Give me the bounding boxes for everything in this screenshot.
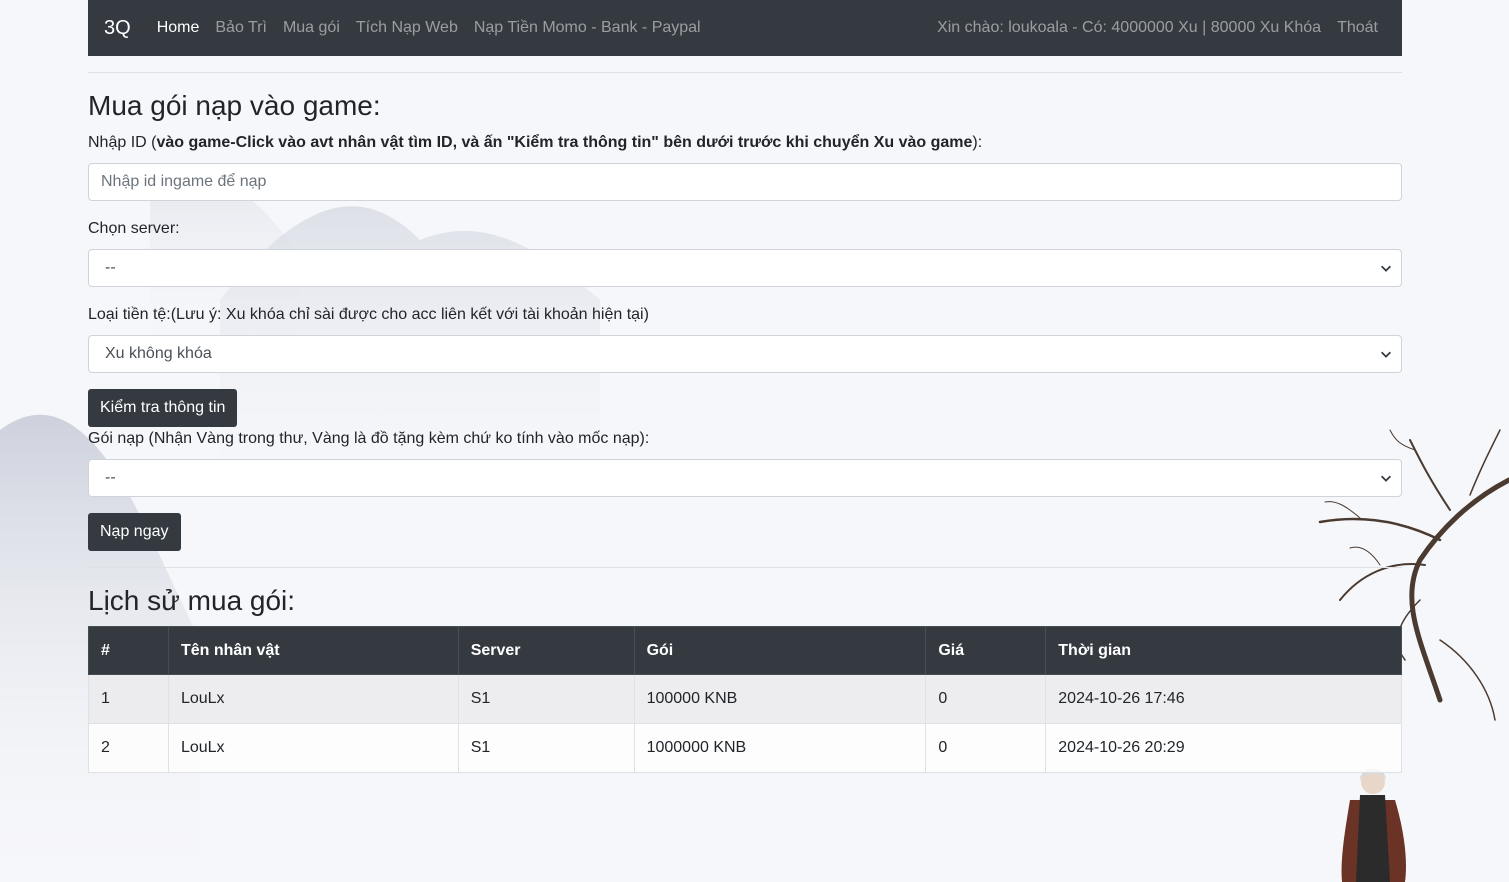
page-container: 3Q Home Bảo Trì Mua gói Tích Nạp Web Nạp…: [88, 0, 1402, 773]
chevron-down-icon: [1381, 265, 1391, 272]
id-label-prefix: Nhập ID (: [88, 134, 157, 151]
logout-link[interactable]: Thoát: [1329, 19, 1386, 37]
id-label-suffix: ):: [972, 134, 983, 151]
character-illustration: [1341, 768, 1406, 882]
column-header-time: Thời gian: [1045, 626, 1402, 675]
cell-character-name: LouLx: [167, 674, 459, 724]
navbar-user-area: Xin chào: loukoala - Có: 4000000 Xu | 80…: [929, 19, 1386, 37]
cell-server: S1: [457, 674, 635, 724]
cell-package: 1000000 KNB: [633, 723, 927, 773]
column-header-price: Giá: [925, 626, 1047, 675]
cell-price: 0: [925, 674, 1047, 724]
column-header-index: #: [88, 626, 169, 675]
table-row: 2 LouLx S1 1000000 KNB 0 2024-10-26 20:2…: [88, 723, 1402, 773]
chevron-down-icon: [1381, 351, 1391, 358]
table-header-row: # Tên nhân vật Server Gói Giá Thời gian: [88, 626, 1402, 675]
package-label: Gói nạp (Nhận Vàng trong thư, Vàng là đồ…: [88, 430, 650, 447]
table-row: 1 LouLx S1 100000 KNB 0 2024-10-26 17:46: [88, 674, 1402, 724]
cell-time: 2024-10-26 17:46: [1045, 674, 1402, 724]
top-navbar: 3Q Home Bảo Trì Mua gói Tích Nạp Web Nạp…: [88, 0, 1402, 56]
form-title: Mua gói nạp vào game:: [88, 90, 381, 121]
purchase-history-table: # Tên nhân vật Server Gói Giá Thời gian …: [88, 626, 1402, 773]
currency-label: Loại tiền tệ:(Lưu ý: Xu khóa chỉ sài đượ…: [88, 306, 649, 323]
server-select[interactable]: --: [88, 249, 1402, 287]
cell-character-name: LouLx: [167, 723, 459, 773]
nav-link-web-topup-rewards[interactable]: Tích Nạp Web: [348, 19, 466, 37]
divider: [88, 567, 1402, 568]
column-header-character-name: Tên nhân vật: [167, 626, 459, 675]
history-title: Lịch sử mua gói:: [88, 585, 296, 616]
topup-now-button[interactable]: Nạp ngay: [88, 513, 181, 551]
id-label-instruction: vào game-Click vào avt nhân vật tìm ID, …: [156, 134, 973, 151]
column-header-package: Gói: [633, 626, 927, 675]
ingame-id-input[interactable]: [88, 163, 1402, 201]
user-greeting: Xin chào: loukoala - Có: 4000000 Xu | 80…: [937, 19, 1322, 36]
navbar-brand[interactable]: 3Q: [104, 17, 131, 40]
currency-select[interactable]: Xu không khóa: [88, 335, 1402, 373]
server-label: Chọn server:: [88, 220, 180, 237]
divider: [88, 72, 1402, 73]
nav-link-maintenance[interactable]: Bảo Trì: [207, 19, 275, 37]
check-info-button[interactable]: Kiểm tra thông tin: [88, 389, 238, 427]
currency-select-value: Xu không khóa: [105, 345, 212, 362]
cell-server: S1: [457, 723, 635, 773]
cell-index: 2: [88, 723, 169, 773]
nav-link-payment-methods[interactable]: Nạp Tiền Momo - Bank - Paypal: [466, 19, 709, 37]
column-header-server: Server: [457, 626, 635, 675]
cell-price: 0: [925, 723, 1047, 773]
nav-link-home[interactable]: Home: [149, 19, 208, 37]
nav-link-buy-package[interactable]: Mua gói: [275, 19, 348, 37]
server-select-value: --: [105, 259, 116, 276]
cell-time: 2024-10-26 20:29: [1045, 723, 1402, 773]
package-select[interactable]: --: [88, 459, 1402, 497]
cell-package: 100000 KNB: [633, 674, 927, 724]
id-label: Nhập ID (vào game-Click vào avt nhân vật…: [88, 133, 982, 152]
chevron-down-icon: [1381, 475, 1391, 482]
package-select-value: --: [105, 469, 116, 486]
cell-index: 1: [88, 674, 169, 724]
